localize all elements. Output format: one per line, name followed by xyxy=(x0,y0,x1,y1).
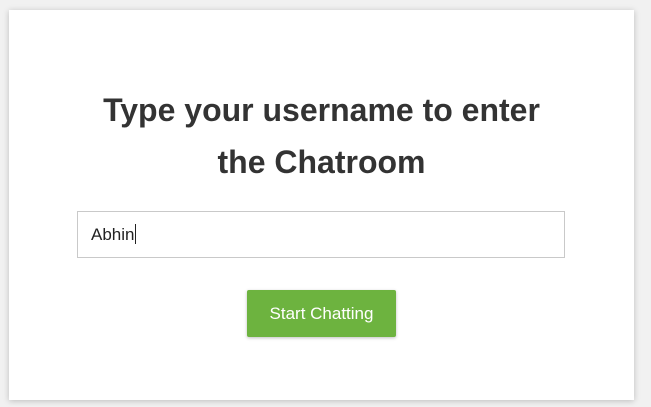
login-title-line-1: Type your username to enter xyxy=(103,92,540,128)
login-card: Type your username to enter the Chatroom… xyxy=(9,10,634,400)
start-chatting-button-label: Start Chatting xyxy=(269,303,374,323)
username-input-value: Abhin xyxy=(91,224,135,244)
login-title: Type your username to enter the Chatroom xyxy=(9,84,634,188)
login-title-line-2: the Chatroom xyxy=(217,144,426,180)
start-chatting-button[interactable]: Start Chatting xyxy=(247,290,396,337)
username-input[interactable]: Abhin xyxy=(77,211,565,258)
text-caret xyxy=(135,223,137,244)
